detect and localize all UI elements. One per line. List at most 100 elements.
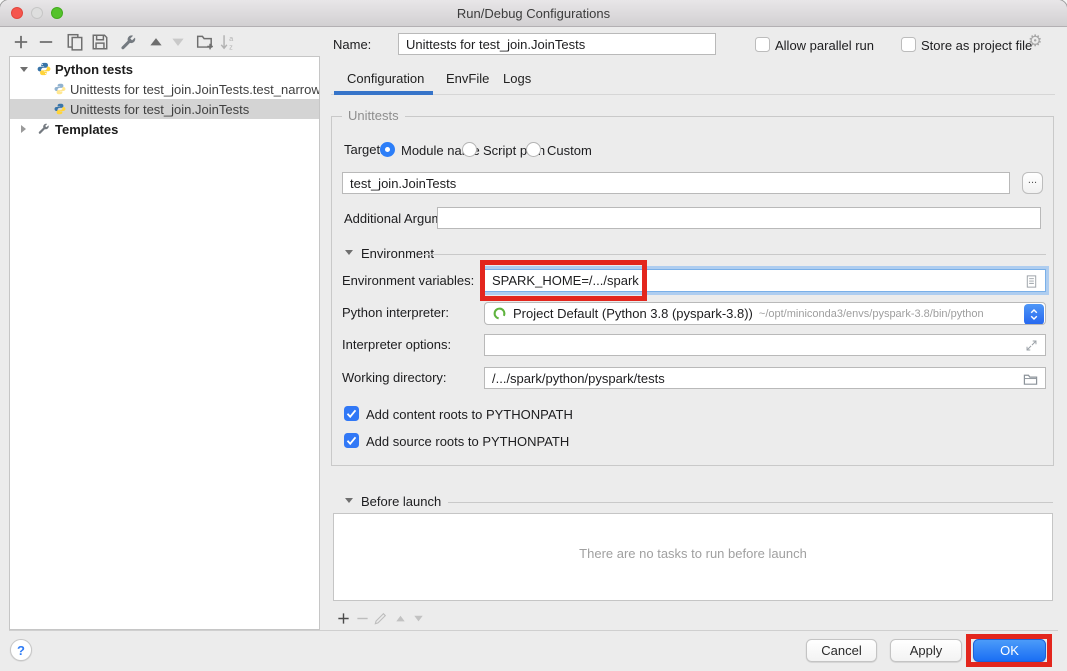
copy-configuration-button[interactable]: [66, 33, 84, 54]
target-label: Target:: [344, 142, 384, 158]
additional-arguments-input[interactable]: [437, 207, 1041, 229]
before-launch-collapse-icon[interactable]: [345, 498, 353, 503]
interpreter-value: Project Default (Python 3.8 (pyspark-3.8…: [513, 306, 753, 321]
tree-item-templates[interactable]: Templates: [10, 119, 319, 139]
move-task-down-button[interactable]: [411, 611, 426, 629]
footer-divider: [9, 630, 1058, 631]
cancel-button[interactable]: Cancel: [806, 639, 877, 662]
titlebar: Run/Debug Configurations: [0, 0, 1067, 27]
content-roots-checkbox[interactable]: [344, 406, 359, 421]
new-folder-icon: [196, 33, 214, 51]
interpreter-options-label: Interpreter options:: [342, 337, 451, 353]
tabs-divider: [331, 94, 1055, 95]
store-as-project-file-checkbox[interactable]: [901, 37, 916, 52]
radio-module-name[interactable]: [380, 142, 395, 157]
before-launch-title[interactable]: Before launch: [361, 494, 441, 510]
move-task-up-button[interactable]: [393, 611, 408, 629]
collapse-arrow-icon[interactable]: [20, 67, 28, 72]
add-icon: [12, 33, 30, 51]
move-down-icon: [411, 611, 426, 626]
wrench-icon: [119, 33, 137, 51]
move-up-button[interactable]: [147, 33, 165, 54]
python-icon: [37, 62, 51, 76]
allow-parallel-run-checkbox[interactable]: [755, 37, 770, 52]
before-launch-line: [448, 502, 1053, 503]
environment-variables-input[interactable]: SPARK_HOME=/.../spark: [484, 269, 1046, 292]
ok-button[interactable]: OK: [973, 639, 1046, 662]
remove-task-button[interactable]: [355, 611, 370, 629]
help-button[interactable]: ?: [10, 639, 32, 661]
python-test-icon: [54, 83, 66, 95]
move-up-icon: [393, 611, 408, 626]
environment-collapse-icon[interactable]: [345, 250, 353, 255]
gear-icon[interactable]: ⚙: [1028, 34, 1042, 50]
new-folder-button[interactable]: [196, 33, 214, 54]
tab-logs[interactable]: Logs: [503, 71, 531, 86]
expand-field-icon[interactable]: [1025, 339, 1038, 352]
content-roots-label[interactable]: Add content roots to PYTHONPATH: [366, 407, 573, 423]
radio-custom-label[interactable]: Custom: [547, 143, 592, 159]
before-launch-task-list[interactable]: There are no tasks to run before launch: [333, 513, 1053, 601]
tree-item-python-tests[interactable]: Python tests: [10, 59, 319, 79]
working-directory-label: Working directory:: [342, 370, 447, 386]
tree-item-label: Templates: [55, 122, 118, 137]
save-icon: [91, 33, 109, 51]
allow-parallel-run-label[interactable]: Allow parallel run: [775, 38, 874, 54]
add-configuration-button[interactable]: [12, 33, 30, 54]
radio-script-path[interactable]: [462, 142, 477, 157]
interpreter-options-input[interactable]: [484, 334, 1046, 356]
tree-item-unittests-test-narrow[interactable]: Unittests for test_join.JoinTests.test_n…: [10, 79, 319, 99]
run-debug-configurations-dialog: Run/Debug Configurations az: [0, 0, 1067, 671]
edit-templates-button[interactable]: [119, 33, 137, 54]
folder-icon[interactable]: [1023, 372, 1038, 387]
environment-section-line: [424, 254, 1046, 255]
browse-button[interactable]: ...: [1022, 172, 1043, 194]
tree-item-unittests-jointests-selected[interactable]: Unittests for test_join.JoinTests: [10, 99, 319, 119]
remove-icon: [355, 611, 370, 626]
sort-alpha-icon: az: [219, 33, 237, 51]
tab-envfile[interactable]: EnvFile: [446, 71, 489, 86]
before-launch-empty-message: There are no tasks to run before launch: [334, 546, 1052, 561]
name-input[interactable]: Unittests for test_join.JoinTests: [398, 33, 716, 55]
add-icon: [336, 611, 351, 626]
add-task-button[interactable]: [336, 611, 351, 629]
working-directory-input[interactable]: /.../spark/python/pyspark/tests: [484, 367, 1046, 389]
edit-variables-icon[interactable]: [1024, 274, 1039, 289]
python-interpreter-label: Python interpreter:: [342, 305, 449, 321]
copy-icon: [66, 33, 84, 51]
configurations-tree: Python tests Unittests for test_join.Joi…: [9, 56, 320, 630]
tree-item-label: Unittests for test_join.JoinTests.test_n…: [70, 82, 319, 97]
checkmark-icon: [344, 406, 359, 421]
apply-button[interactable]: Apply: [890, 639, 962, 662]
dropdown-stepper-icon[interactable]: [1024, 304, 1044, 325]
tree-item-label: Python tests: [55, 62, 133, 77]
active-tab-underline: [334, 91, 433, 95]
up-down-chevrons-icon: [1027, 306, 1041, 323]
store-as-project-file-label[interactable]: Store as project file: [921, 38, 1032, 54]
conda-env-icon: [492, 306, 507, 321]
remove-icon: [37, 33, 55, 51]
tree-item-label: Unittests for test_join.JoinTests: [70, 102, 249, 117]
wrench-icon: [37, 122, 50, 135]
environment-variables-label: Environment variables:: [342, 273, 474, 289]
pencil-icon: [373, 611, 388, 626]
expand-arrow-icon[interactable]: [21, 125, 26, 133]
window-title: Run/Debug Configurations: [0, 6, 1067, 21]
sort-configurations-button[interactable]: az: [219, 33, 237, 54]
source-roots-checkbox[interactable]: [344, 433, 359, 448]
svg-text:z: z: [229, 42, 233, 51]
source-roots-label[interactable]: Add source roots to PYTHONPATH: [366, 434, 569, 450]
move-down-icon: [169, 33, 187, 51]
unittests-group-title: Unittests: [342, 108, 405, 123]
tab-configuration[interactable]: Configuration: [347, 71, 424, 86]
remove-configuration-button[interactable]: [37, 33, 55, 54]
save-configuration-button[interactable]: [91, 33, 109, 54]
move-down-button[interactable]: [169, 33, 187, 54]
module-name-input[interactable]: test_join.JoinTests: [342, 172, 1010, 194]
python-interpreter-select[interactable]: Project Default (Python 3.8 (pyspark-3.8…: [484, 302, 1046, 325]
name-label: Name:: [333, 37, 371, 53]
edit-task-button[interactable]: [373, 611, 388, 629]
radio-custom[interactable]: [526, 142, 541, 157]
move-up-icon: [147, 33, 165, 51]
python-test-icon: [54, 103, 66, 115]
